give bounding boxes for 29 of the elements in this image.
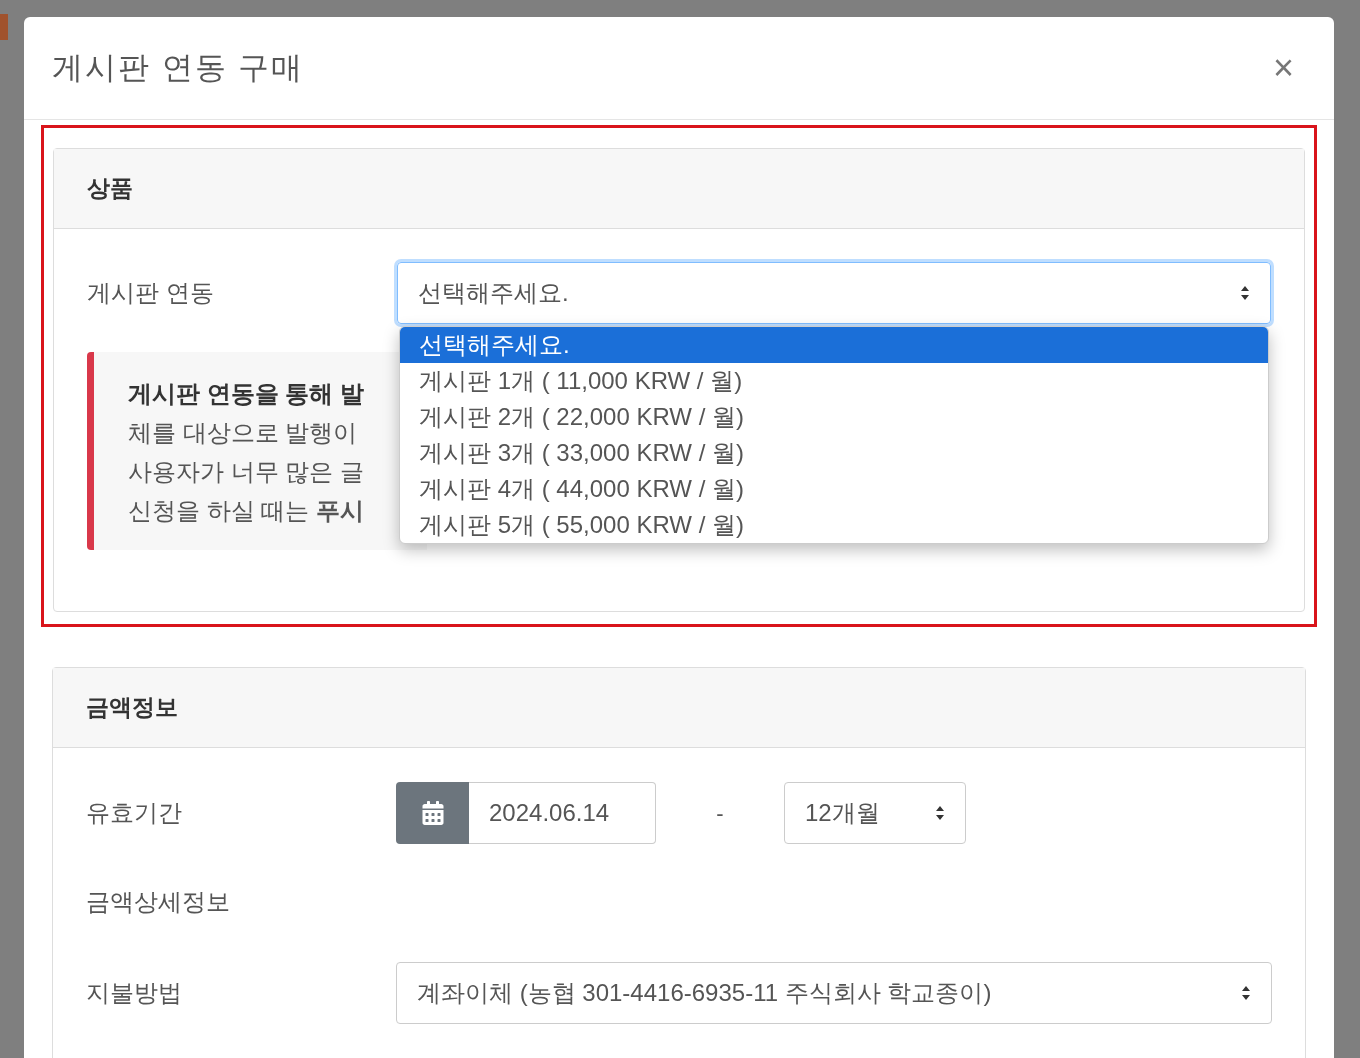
date-field[interactable]: 2024.06.14: [469, 782, 656, 844]
dropdown-option[interactable]: 게시판 2개 ( 22,000 KRW / 월): [400, 399, 1268, 435]
calendar-icon: [420, 801, 445, 825]
field-label: 유효기간: [86, 798, 183, 828]
field-label: 금액상세정보: [86, 887, 231, 917]
section-heading: 금액정보: [86, 693, 178, 723]
close-button[interactable]: ×: [1272, 50, 1306, 86]
dropdown-option[interactable]: 게시판 4개 ( 44,000 KRW / 월): [400, 471, 1268, 507]
section-heading: 상품: [87, 174, 133, 204]
notice-text: 게시판 연동을 통해 발: [128, 379, 365, 409]
field-label: 게시판 연동: [87, 278, 215, 308]
sort-caret-icon: [1240, 285, 1250, 301]
dropdown-option[interactable]: 게시판 3개 ( 33,000 KRW / 월): [400, 435, 1268, 471]
field-label: 지불방법: [86, 978, 183, 1008]
dropdown-option[interactable]: 선택해주세요.: [400, 327, 1268, 363]
dropdown-option[interactable]: 게시판 5개 ( 55,000 KRW / 월): [400, 507, 1268, 543]
notice-text: 사용자가 너무 많은 글: [128, 457, 365, 487]
calendar-button[interactable]: [396, 782, 469, 844]
notice-text: 신청을 하실 때는 푸시: [128, 496, 365, 526]
range-separator: -: [715, 799, 725, 828]
product-select[interactable]: 선택해주세요.: [397, 262, 1271, 324]
background-tab-marker: [0, 14, 8, 40]
payment-select[interactable]: 계좌이체 (농협 301-4416-6935-11 주식회사 학교종이): [396, 962, 1272, 1024]
notice-text: 체를 대상으로 발행이: [128, 418, 359, 448]
dropdown-option[interactable]: 게시판 1개 ( 11,000 KRW / 월): [400, 363, 1268, 399]
sort-caret-icon: [1241, 985, 1251, 1001]
modal-title: 게시판 연동 구매: [52, 48, 305, 87]
duration-select[interactable]: 12개월: [784, 782, 966, 844]
sort-caret-icon: [935, 805, 945, 821]
